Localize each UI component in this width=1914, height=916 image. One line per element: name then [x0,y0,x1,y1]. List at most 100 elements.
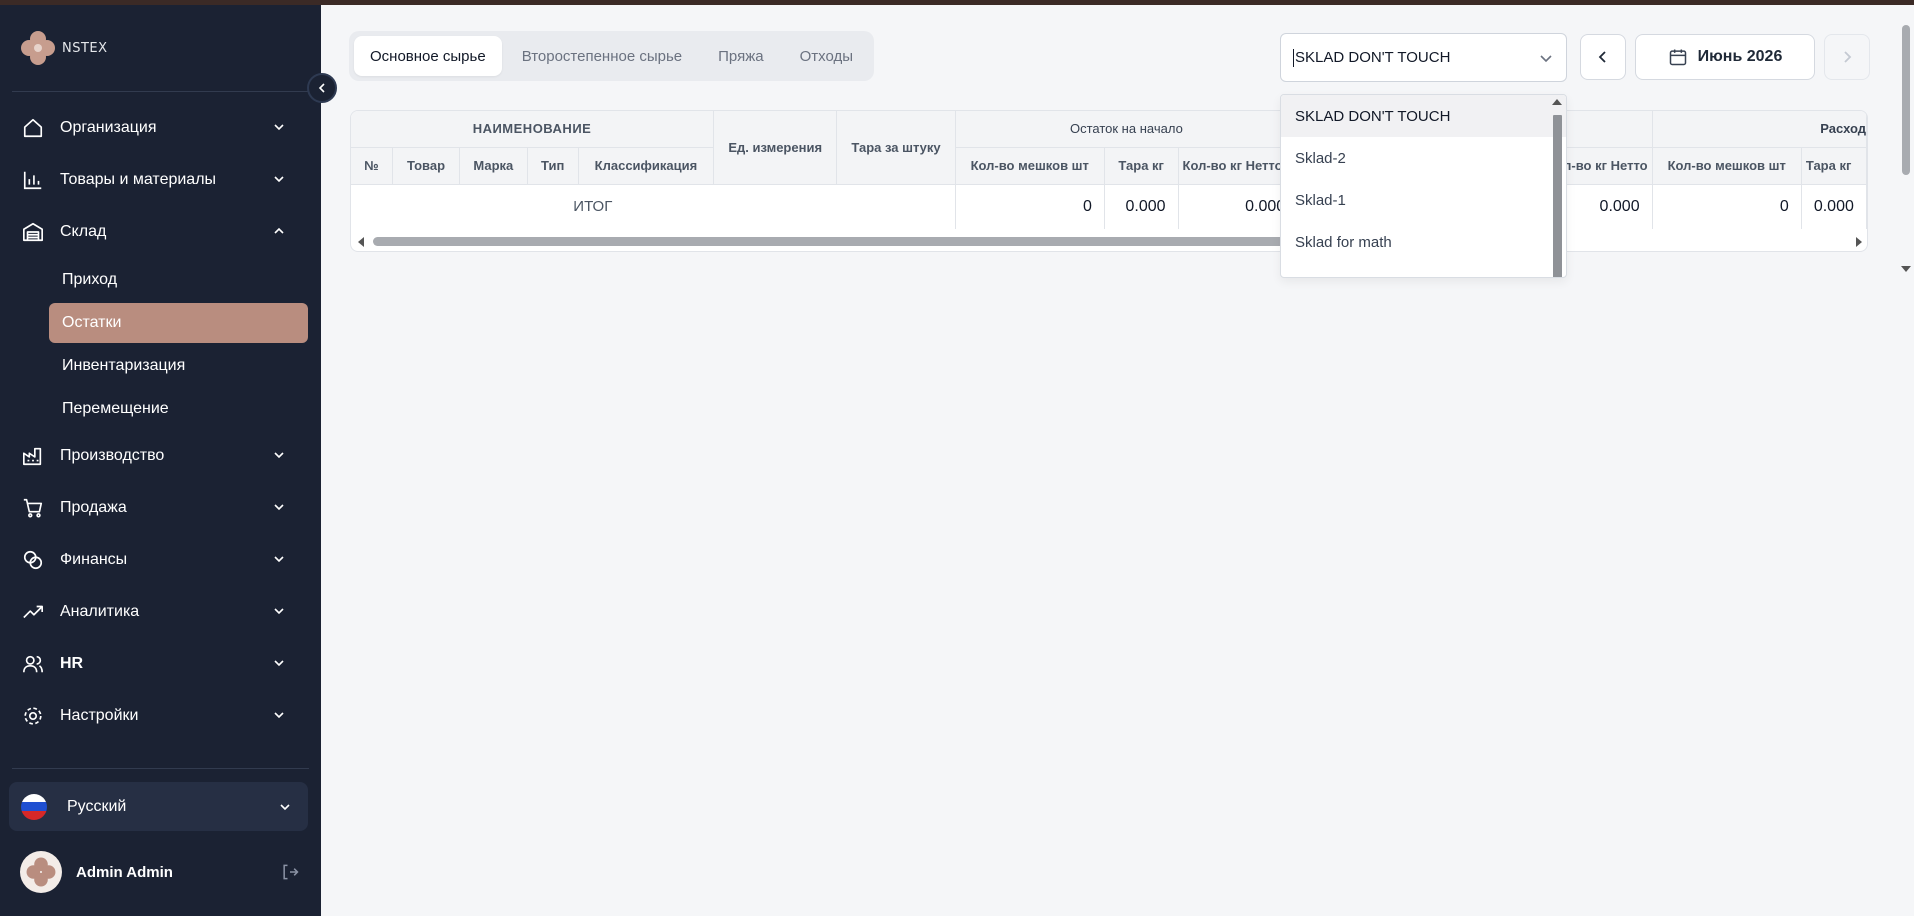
chevron-down-icon [272,120,286,139]
logo-icon [21,31,55,65]
scrollbar-thumb[interactable] [1553,115,1562,277]
header-start-tare-kg: Тара кг [1104,147,1179,185]
users-icon [20,651,46,677]
chevron-right-icon [1844,51,1852,63]
calendar-icon [1669,49,1686,66]
header-start-balance: Остаток на начало [955,111,1299,148]
total-label-text: ИТОГ [573,198,613,216]
sidebar-item-label: Склад [60,223,107,240]
tab-yarn[interactable]: Пряжа [702,36,779,76]
sidebar-subitem-inventory[interactable]: Инвентаризация [49,346,308,386]
sidebar-item-analytics[interactable]: Аналитика [20,594,296,630]
header-expense: Расход [1652,111,1867,148]
total-expense-bags: 0 [1652,184,1802,229]
warehouse-icon [20,219,46,245]
home-icon [20,115,46,141]
sidebar-item-hr[interactable]: HR [20,646,296,682]
total-label: ИТОГ [351,184,956,229]
scroll-right-arrow-icon[interactable] [1854,236,1864,248]
sidebar-item-settings[interactable]: Настройки [20,698,296,734]
gear-icon [20,703,46,729]
header-expense-bags: Кол-во мешков шт [1652,147,1802,185]
header-no: № [351,147,393,185]
logout-icon[interactable] [280,862,300,886]
sidebar: NSTEX Организация Товары и материалы Скл… [0,0,321,916]
warehouse-dropdown: SKLAD DON'T TOUCH Sklad-2 Sklad-1 Sklad … [1280,94,1567,278]
language-label: Русский [67,797,127,815]
sidebar-item-label: Производство [60,447,165,464]
header-tare-per-piece: Тара за штуку [836,111,956,185]
warehouse-option[interactable]: Sklad-2 [1281,137,1566,179]
sidebar-item-warehouse[interactable]: Склад [20,214,296,250]
chevron-down-icon [278,800,292,819]
factory-icon [20,443,46,469]
warehouse-option[interactable]: Sklad for math [1281,221,1566,263]
header-start-bags: Кол-во мешков шт [955,147,1105,185]
text-cursor [1293,48,1294,67]
table-total-row: ИТОГ 0 0.000 0.000 0.000 0 0.000 [351,184,1867,229]
warehouse-option[interactable]: Sklad-1 [1281,179,1566,221]
user-profile[interactable]: Admin Admin [20,851,300,893]
chevron-down-icon [272,172,286,191]
header-expense-tare-kg: Тара кг [1801,147,1867,185]
tab-waste[interactable]: Отходы [784,36,869,76]
chevron-down-icon [272,656,286,675]
sidebar-item-finance[interactable]: Финансы [20,542,296,578]
chevron-down-icon [272,604,286,623]
warehouse-option[interactable]: Test sklad [1281,263,1566,278]
sidebar-item-label: Финансы [60,551,128,568]
table-horizontal-scrollbar[interactable] [351,231,1867,251]
avatar [20,851,62,893]
sidebar-subitem-balances[interactable]: Остатки [49,303,308,343]
warehouse-select[interactable]: SKLAD DON'T TOUCH [1280,33,1567,82]
scrollbar-thumb[interactable] [373,237,1433,246]
bar-chart-icon [20,167,46,193]
sidebar-item-organization[interactable]: Организация [20,110,296,146]
trend-icon [20,599,46,625]
next-month-button[interactable] [1824,34,1870,80]
scroll-down-arrow-icon[interactable] [1900,264,1912,274]
chevron-left-icon [318,83,325,93]
dropdown-scrollbar[interactable] [1551,95,1563,277]
sidebar-subitem-label: Перемещение [62,400,169,417]
logo-text: NSTEX [62,40,108,56]
chevron-up-icon [272,224,286,243]
sidebar-subitem-incoming[interactable]: Приход [49,260,308,300]
sidebar-item-label: Продажа [60,499,127,516]
scroll-up-arrow-icon[interactable] [1551,97,1563,107]
divider [12,91,309,92]
sidebar-item-label: HR [60,655,84,672]
cart-icon [20,495,46,521]
material-tabs: Основное сырье Второстепенное сырье Пряж… [349,31,875,81]
sidebar-item-production[interactable]: Производство [20,438,296,474]
divider [12,768,309,769]
prev-month-button[interactable] [1580,34,1626,80]
tab-main-raw[interactable]: Основное сырье [354,36,502,76]
scroll-left-arrow-icon[interactable] [356,236,366,248]
sidebar-item-label: Товары и материалы [60,171,217,188]
sidebar-subitem-label: Приход [62,271,118,288]
sidebar-item-label: Организация [60,119,157,136]
sidebar-item-label: Аналитика [60,603,140,620]
sidebar-subitem-transfer[interactable]: Перемещение [49,389,308,429]
logo[interactable]: NSTEX [18,28,108,68]
sidebar-subitem-label: Инвентаризация [62,357,186,374]
sidebar-item-label: Настройки [60,707,139,724]
collapse-sidebar-button[interactable] [307,73,337,103]
coins-icon [20,547,46,573]
sidebar-item-goods[interactable]: Товары и материалы [20,162,296,198]
month-label: Июнь 2026 [1697,48,1783,65]
header-name: НАИМЕНОВАНИЕ [351,111,715,148]
sidebar-item-sales[interactable]: Продажа [20,490,296,526]
total-expense-tare: 0.000 [1801,184,1867,229]
header-brand: Марка [459,147,528,185]
user-name: Admin Admin [76,863,173,881]
page-vertical-scrollbar[interactable] [1898,20,1912,280]
warehouse-select-value: SKLAD DON'T TOUCH [1295,49,1451,66]
scrollbar-thumb[interactable] [1902,25,1910,175]
tab-secondary-raw[interactable]: Второстепенное сырье [506,36,698,76]
language-select[interactable]: Русский [9,782,308,831]
chevron-left-icon [1598,51,1606,63]
warehouse-option[interactable]: SKLAD DON'T TOUCH [1281,95,1566,137]
month-picker[interactable]: Июнь 2026 [1635,34,1815,80]
